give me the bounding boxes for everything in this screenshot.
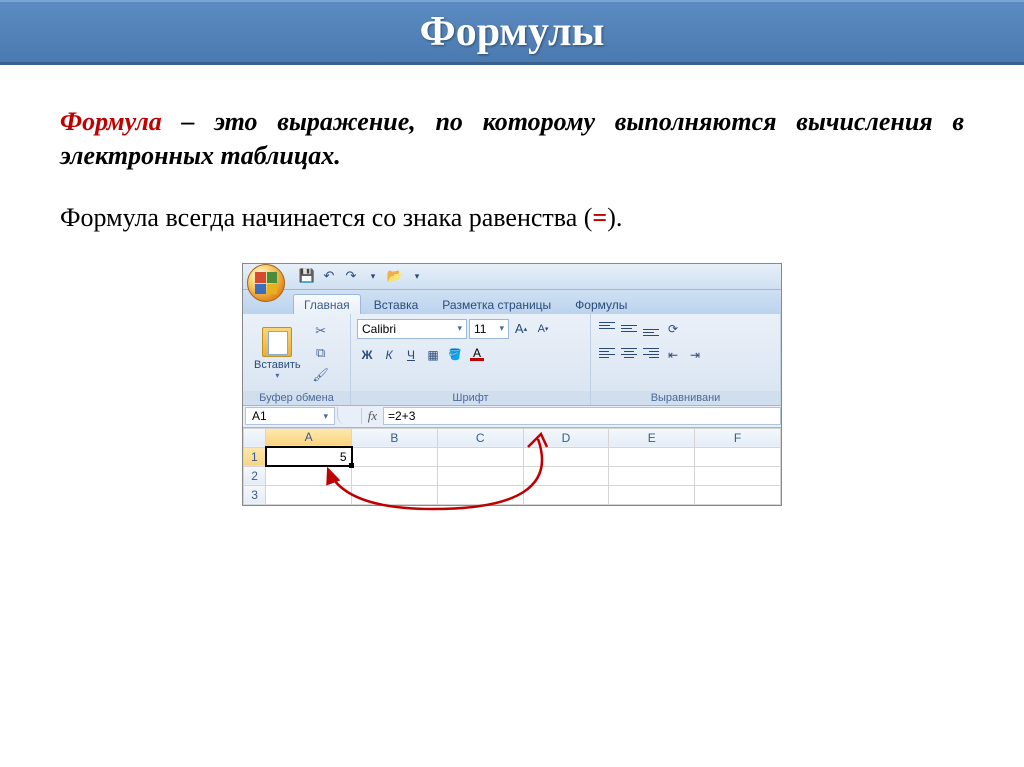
qat-customize-icon[interactable]: ▾	[409, 268, 425, 284]
paste-label: Вставить	[254, 359, 301, 371]
shrink-font-icon[interactable]: A▾	[533, 319, 553, 339]
fx-button[interactable]: fx	[361, 408, 383, 424]
equals-sign: =	[592, 203, 607, 232]
align-left-icon[interactable]	[597, 345, 617, 365]
column-header-A[interactable]: A	[266, 428, 352, 447]
cut-icon[interactable]: ✂	[310, 321, 332, 341]
open-icon[interactable]: 📂	[387, 268, 403, 284]
save-icon[interactable]: 💾	[299, 268, 315, 284]
formula-input[interactable]: =2+3	[383, 407, 781, 425]
ribbon: Вставить ▾ ✂ ⧉ 🖌 Буфер обмена	[243, 314, 781, 406]
office-button[interactable]	[247, 264, 285, 302]
tab-home[interactable]: Главная	[293, 294, 361, 314]
quick-access-toolbar: 💾 ↶ ↷ ▾ 📂 ▾	[243, 264, 781, 290]
fill-color-icon[interactable]: 🪣	[445, 345, 465, 365]
excel-screenshot: 💾 ↶ ↷ ▾ 📂 ▾ Главная Вставка Разметка стр…	[242, 263, 782, 506]
column-header-E[interactable]: E	[609, 428, 695, 447]
cell-C1[interactable]	[437, 447, 523, 466]
name-box[interactable]: A1	[245, 407, 335, 425]
font-size-combo[interactable]: 11	[469, 319, 509, 339]
font-name-combo[interactable]: Calibri	[357, 319, 467, 339]
copy-icon[interactable]: ⧉	[310, 343, 332, 363]
tab-insert[interactable]: Вставка	[363, 294, 430, 314]
row-header-3[interactable]: 3	[244, 485, 266, 504]
redo-icon[interactable]: ↷	[343, 268, 359, 284]
border-icon[interactable]: ▦	[423, 345, 443, 365]
underline-button[interactable]: Ч	[401, 345, 421, 365]
grow-font-icon[interactable]: A▴	[511, 319, 531, 339]
cell-B1[interactable]	[352, 447, 438, 466]
bold-button[interactable]: Ж	[357, 345, 377, 365]
ribbon-group-font: Calibri 11 A▴ A▾ Ж К Ч ▦ 🪣	[351, 314, 591, 405]
undo-icon[interactable]: ↶	[321, 268, 337, 284]
paste-icon	[262, 327, 292, 357]
font-color-icon[interactable]: A	[467, 345, 487, 365]
align-middle-icon[interactable]	[619, 319, 639, 339]
qat-dropdown-icon[interactable]: ▾	[365, 268, 381, 284]
format-painter-icon[interactable]: 🖌	[310, 365, 332, 385]
alignment-group-label: Выравнивани	[591, 391, 780, 405]
ribbon-group-alignment: ⟳ ⇤ ⇥ Выравнивани	[591, 314, 781, 405]
row-header-2[interactable]: 2	[244, 466, 266, 485]
cell-E1[interactable]	[609, 447, 695, 466]
column-header-B[interactable]: B	[352, 428, 438, 447]
cell-F1[interactable]	[695, 447, 781, 466]
tab-page-layout[interactable]: Разметка страницы	[431, 294, 562, 314]
increase-indent-icon[interactable]: ⇥	[685, 345, 705, 365]
align-bottom-icon[interactable]	[641, 319, 661, 339]
cell-A1[interactable]: 5	[266, 447, 352, 466]
cell-D1[interactable]	[523, 447, 609, 466]
select-all-corner[interactable]	[244, 428, 266, 447]
column-header-C[interactable]: C	[437, 428, 523, 447]
column-header-F[interactable]: F	[695, 428, 781, 447]
row-header-1[interactable]: 1	[244, 447, 266, 466]
equals-note: Формула всегда начинается со знака равен…	[60, 203, 964, 233]
definition-term: Формула	[60, 107, 162, 136]
font-group-label: Шрифт	[351, 391, 590, 405]
definition-paragraph: Формула – это выражение, по которому вып…	[60, 105, 964, 173]
paste-button[interactable]: Вставить ▾	[249, 324, 306, 383]
ribbon-group-clipboard: Вставить ▾ ✂ ⧉ 🖌 Буфер обмена	[243, 314, 351, 405]
slide-title-bar: Формулы	[0, 0, 1024, 65]
orientation-icon[interactable]: ⟳	[663, 319, 683, 339]
spreadsheet-grid: A B C D E F 1 5	[243, 428, 781, 505]
formula-bar: A1 fx =2+3	[243, 406, 781, 428]
italic-button[interactable]: К	[379, 345, 399, 365]
slide-title: Формулы	[0, 8, 1024, 56]
definition-text: – это выражение, по которому выполняются…	[60, 107, 964, 170]
align-right-icon[interactable]	[641, 345, 661, 365]
tab-formulas[interactable]: Формулы	[564, 294, 638, 314]
decrease-indent-icon[interactable]: ⇤	[663, 345, 683, 365]
align-center-icon[interactable]	[619, 345, 639, 365]
column-header-D[interactable]: D	[523, 428, 609, 447]
ribbon-tabs: Главная Вставка Разметка страницы Формул…	[243, 290, 781, 314]
cell-A3[interactable]	[266, 485, 352, 504]
align-top-icon[interactable]	[597, 319, 617, 339]
cell-A2[interactable]	[266, 466, 352, 485]
clipboard-group-label: Буфер обмена	[243, 391, 350, 405]
slide-content: Формула – это выражение, по которому вып…	[0, 65, 1024, 526]
